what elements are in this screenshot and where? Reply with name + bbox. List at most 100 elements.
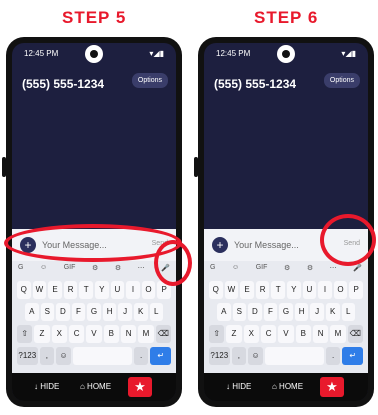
settings-icon[interactable]: ⚙ [307,264,313,278]
enter-key[interactable]: ↵ [342,347,363,365]
settings-icon[interactable]: ⚙ [115,264,121,278]
key-row-1: Q W E R T Y U I O P [16,281,172,299]
key-v[interactable]: V [86,325,102,343]
key-c[interactable]: C [68,325,85,343]
space-key[interactable] [264,347,324,365]
symbols-key[interactable]: ?123 [17,347,38,365]
keyboard: G ☺ GIF ⚙ ⚙ ⋯ 🎤 Q W E R T Y U I O P A S … [12,261,176,373]
key-o[interactable]: O [141,281,156,299]
key-q[interactable]: Q [17,281,31,299]
period-key[interactable]: . [325,347,341,365]
home-button[interactable]: ⌂ HOME [272,382,303,391]
key-k[interactable]: K [325,303,340,321]
clipboard-icon[interactable]: ⚙ [284,264,290,278]
status-icons: ▾◢▮ [149,49,164,58]
bottom-nav-bar: ↓ HIDE ⌂ HOME ★ [12,373,176,401]
key-g[interactable]: G [279,303,293,321]
comma-key[interactable]: , [231,347,247,365]
key-v[interactable]: V [278,325,294,343]
emoji-key[interactable]: ☺ [248,347,263,365]
key-h[interactable]: H [294,303,309,321]
key-f[interactable]: F [263,303,278,321]
key-b[interactable]: B [295,325,311,343]
key-row-1: Q W E R T Y U I O P [208,281,364,299]
backspace-key[interactable]: ⌫ [347,325,363,343]
key-g[interactable]: G [87,303,101,321]
key-z[interactable]: Z [34,325,50,343]
key-t[interactable]: T [271,281,285,299]
period-key[interactable]: . [133,347,149,365]
hide-button[interactable]: ↓ HIDE [34,382,59,391]
symbols-key[interactable]: ?123 [209,347,230,365]
key-i[interactable]: I [318,281,332,299]
key-q[interactable]: Q [209,281,223,299]
key-m[interactable]: M [330,325,346,343]
key-k[interactable]: K [133,303,148,321]
status-time: 12:45 PM [216,49,251,58]
key-n[interactable]: N [120,325,137,343]
key-h[interactable]: H [102,303,117,321]
key-m[interactable]: M [138,325,154,343]
more-icon[interactable]: ⋯ [330,264,337,278]
key-d[interactable]: D [56,303,70,321]
message-input[interactable] [234,237,324,253]
comma-key[interactable]: , [39,347,55,365]
key-e[interactable]: E [240,281,254,299]
key-d[interactable]: D [248,303,262,321]
google-icon[interactable]: G [210,264,215,278]
star-button[interactable]: ★ [320,377,344,397]
step-6-title: STEP 6 [254,8,319,27]
key-y[interactable]: Y [94,281,109,299]
key-l[interactable]: L [149,303,164,321]
emoji-key[interactable]: ☺ [56,347,71,365]
add-attachment-button[interactable]: + [212,237,228,253]
key-a[interactable]: A [25,303,39,321]
key-u[interactable]: U [110,281,125,299]
google-icon[interactable]: G [18,264,23,278]
emoji-icon[interactable]: ☺ [40,264,47,278]
key-c[interactable]: C [260,325,277,343]
clipboard-icon[interactable]: ⚙ [92,264,98,278]
more-icon[interactable]: ⋯ [138,264,145,278]
key-l[interactable]: L [341,303,356,321]
key-x[interactable]: X [51,325,67,343]
key-p[interactable]: P [349,281,363,299]
key-b[interactable]: B [103,325,119,343]
key-o[interactable]: O [333,281,348,299]
key-w[interactable]: W [32,281,47,299]
status-time: 12:45 PM [24,49,59,58]
key-u[interactable]: U [302,281,317,299]
options-button[interactable]: Options [323,73,360,88]
key-f[interactable]: F [71,303,86,321]
enter-key[interactable]: ↵ [150,347,171,365]
gif-icon[interactable]: GIF [256,264,268,278]
backspace-key[interactable]: ⌫ [155,325,171,343]
gif-icon[interactable]: GIF [64,264,76,278]
emoji-icon[interactable]: ☺ [232,264,239,278]
key-j[interactable]: J [310,303,324,321]
home-button[interactable]: ⌂ HOME [80,382,111,391]
space-key[interactable] [72,347,132,365]
key-a[interactable]: A [217,303,231,321]
key-i[interactable]: I [126,281,140,299]
key-s[interactable]: S [232,303,247,321]
key-x[interactable]: X [243,325,259,343]
key-w[interactable]: W [224,281,239,299]
key-r[interactable]: R [63,281,78,299]
key-t[interactable]: T [79,281,93,299]
key-y[interactable]: Y [286,281,301,299]
shift-key[interactable]: ⇧ [209,325,225,343]
options-button[interactable]: Options [131,73,168,88]
key-s[interactable]: S [40,303,55,321]
hide-button[interactable]: ↓ HIDE [226,382,251,391]
key-row-2: A S D F G H J K L [216,303,356,321]
microphone-icon[interactable]: 🎤 [353,264,362,278]
star-button[interactable]: ★ [128,377,152,397]
shift-key[interactable]: ⇧ [17,325,33,343]
key-j[interactable]: J [118,303,132,321]
key-e[interactable]: E [48,281,62,299]
key-z[interactable]: Z [226,325,242,343]
key-n[interactable]: N [312,325,329,343]
key-r[interactable]: R [255,281,270,299]
camera-notch [85,45,103,63]
